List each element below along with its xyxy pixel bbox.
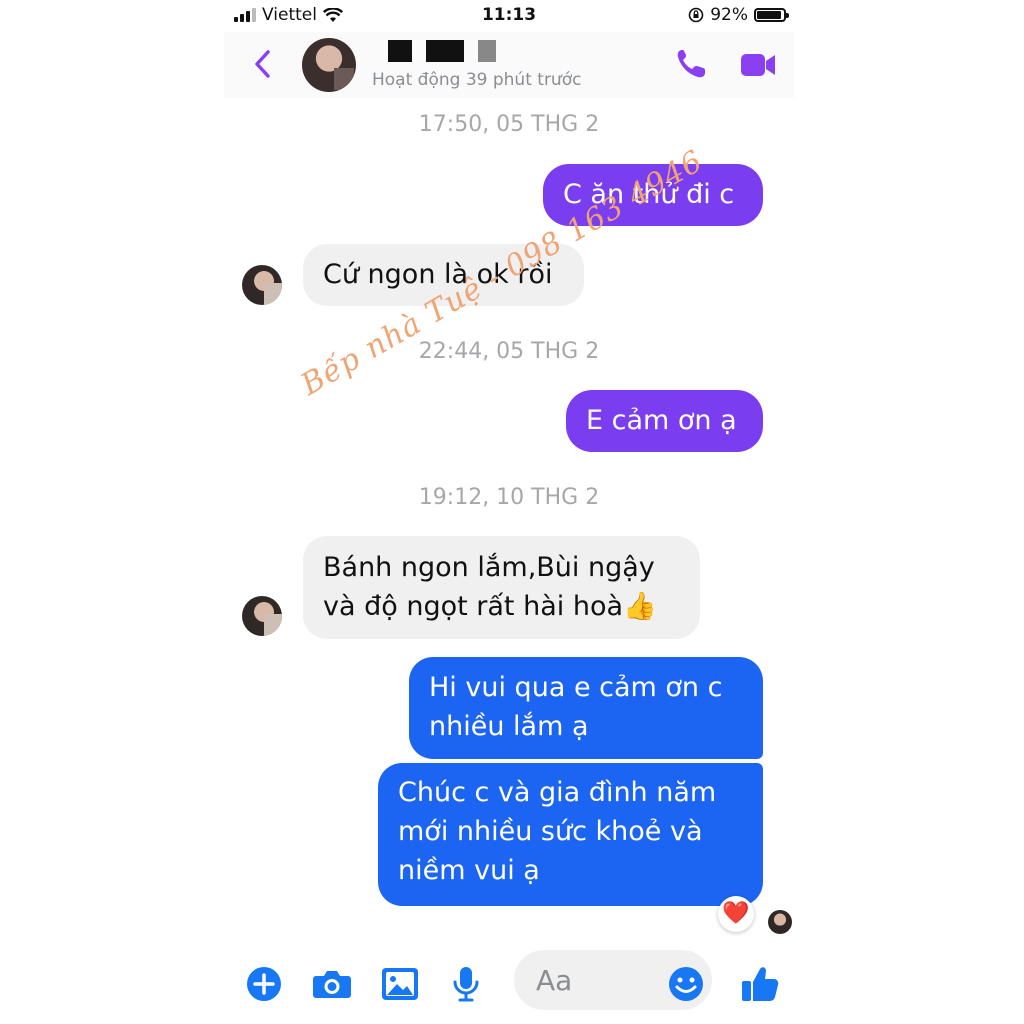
status-right: 92% <box>688 5 789 25</box>
heart-reaction[interactable]: ❤️ <box>718 896 754 932</box>
video-icon[interactable] <box>738 46 778 82</box>
message-incoming-2[interactable]: Bánh ngon lắm,Bùi ngậy và độ ngọt rất hà… <box>303 536 700 639</box>
battery-icon <box>754 8 789 22</box>
thumbs-up-icon[interactable] <box>738 962 782 1006</box>
sender-avatar-1[interactable] <box>242 265 282 305</box>
emoji-icon[interactable] <box>664 962 708 1006</box>
timestamp-3: 19:12, 10 THG 2 <box>418 485 600 510</box>
battery-percent: 92% <box>710 5 748 25</box>
message-outgoing-4[interactable]: Chúc c và gia đình năm mới nhiều sức kho… <box>378 763 763 906</box>
message-input-placeholder: Aa <box>536 964 573 997</box>
timestamp-1: 17:50, 05 THG 2 <box>418 112 600 137</box>
mic-icon[interactable] <box>444 962 488 1006</box>
sender-avatar-2[interactable] <box>242 596 282 636</box>
camera-icon[interactable] <box>310 962 354 1006</box>
image-icon[interactable] <box>378 962 422 1006</box>
seen-avatar <box>768 910 792 934</box>
plus-icon[interactable] <box>242 962 286 1006</box>
messenger-screen: Viettel 11:13 92% Hoạt động 39 phút trướ… <box>224 0 794 1024</box>
back-icon[interactable] <box>248 44 278 84</box>
contact-name-redacted[interactable] <box>388 40 496 62</box>
composer: Aa <box>224 946 794 1024</box>
message-outgoing-2[interactable]: E cảm ơn ạ <box>566 390 763 452</box>
contact-avatar[interactable] <box>302 38 356 92</box>
active-status: Hoạt động 39 phút trước <box>372 70 582 90</box>
message-outgoing-3[interactable]: Hi vui qua e cảm ơn c nhiều lắm ạ <box>409 657 763 759</box>
timestamp-2: 22:44, 05 THG 2 <box>418 339 600 364</box>
phone-icon[interactable] <box>672 46 712 82</box>
chat-header: Hoạt động 39 phút trước <box>224 32 794 98</box>
orientation-lock-icon <box>688 7 704 23</box>
status-bar: Viettel 11:13 92% <box>224 0 794 32</box>
